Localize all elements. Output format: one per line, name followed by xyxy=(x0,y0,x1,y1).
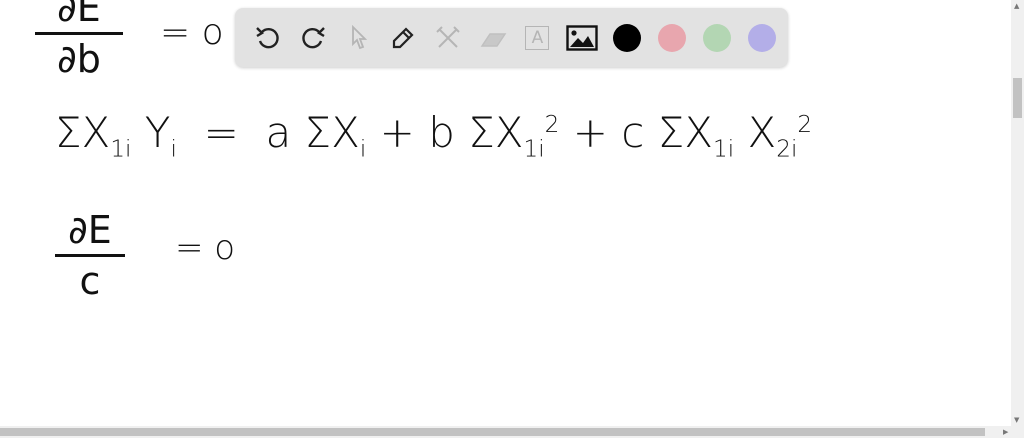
scroll-down-arrow[interactable]: ▼ xyxy=(1014,416,1019,424)
scroll-right-arrow[interactable]: ▶ xyxy=(1003,428,1008,436)
horizontal-scroll-thumb[interactable] xyxy=(0,428,985,436)
plus: + xyxy=(379,108,415,157)
color-swatch xyxy=(613,23,642,52)
denominator: ∂b xyxy=(57,37,101,81)
term-a: a ΣX xyxy=(265,108,360,157)
numerator: ∂E xyxy=(68,208,112,252)
denominator: c xyxy=(79,259,101,303)
y: Y xyxy=(144,108,171,157)
vertical-scrollbar[interactable]: ▲ ▼ xyxy=(1011,0,1024,426)
term-b: b ΣX xyxy=(428,108,524,157)
equals-zero: = o xyxy=(175,228,236,268)
numerator: ∂E xyxy=(57,0,101,30)
color-black[interactable] xyxy=(608,19,646,57)
redo-button[interactable] xyxy=(294,19,332,57)
undo-button[interactable] xyxy=(249,19,287,57)
fraction-bar xyxy=(35,32,123,35)
equals: = xyxy=(203,108,239,157)
color-pink[interactable] xyxy=(653,19,691,57)
tools-icon xyxy=(435,25,460,48)
color-green[interactable] xyxy=(698,19,736,57)
pen-button[interactable] xyxy=(384,19,422,57)
subscript: 1i xyxy=(110,136,132,163)
subscript: 1i xyxy=(713,136,735,163)
text-button[interactable]: A xyxy=(519,19,557,57)
image-button[interactable] xyxy=(563,19,601,57)
scroll-up-arrow[interactable]: ▲ xyxy=(1014,2,1019,10)
color-swatch xyxy=(748,23,777,52)
equals-zero: = o xyxy=(160,12,224,53)
horizontal-scrollbar[interactable]: ▶ xyxy=(0,426,1024,438)
color-swatch xyxy=(703,23,732,52)
text-box-icon: A xyxy=(525,25,550,50)
superscript: 2 xyxy=(797,112,813,138)
pen-icon xyxy=(392,26,414,48)
image-icon xyxy=(566,24,599,51)
tools-button[interactable] xyxy=(429,19,467,57)
fraction-dE-db: ∂E ∂b xyxy=(35,0,123,81)
subscript: i xyxy=(170,136,177,163)
eraser-button[interactable] xyxy=(474,19,512,57)
color-swatch xyxy=(658,23,687,52)
color-purple[interactable] xyxy=(743,19,781,57)
select-button[interactable] xyxy=(339,19,377,57)
select-pointer-icon xyxy=(351,24,367,49)
subscript: i xyxy=(359,136,367,163)
undo-icon xyxy=(256,26,279,48)
eraser-icon xyxy=(480,32,506,47)
superscript: 2 xyxy=(544,112,560,138)
plus: + xyxy=(572,108,608,157)
subscript: 2i xyxy=(776,136,798,163)
term-c: c ΣX xyxy=(621,108,714,157)
sum-x: ΣX xyxy=(55,108,111,157)
vertical-scroll-thumb[interactable] xyxy=(1013,78,1022,118)
fraction-bar xyxy=(55,254,125,257)
redo-icon xyxy=(302,26,325,48)
x2: X xyxy=(747,108,777,157)
drawing-toolbar: A xyxy=(235,8,788,67)
subscript: 1i xyxy=(523,136,545,163)
fraction-dE-c: ∂E c xyxy=(55,208,125,303)
equation-line-2: ΣX1i Yi = a ΣXi + b ΣX1i2 + c ΣX1i X2i2 xyxy=(55,108,812,162)
